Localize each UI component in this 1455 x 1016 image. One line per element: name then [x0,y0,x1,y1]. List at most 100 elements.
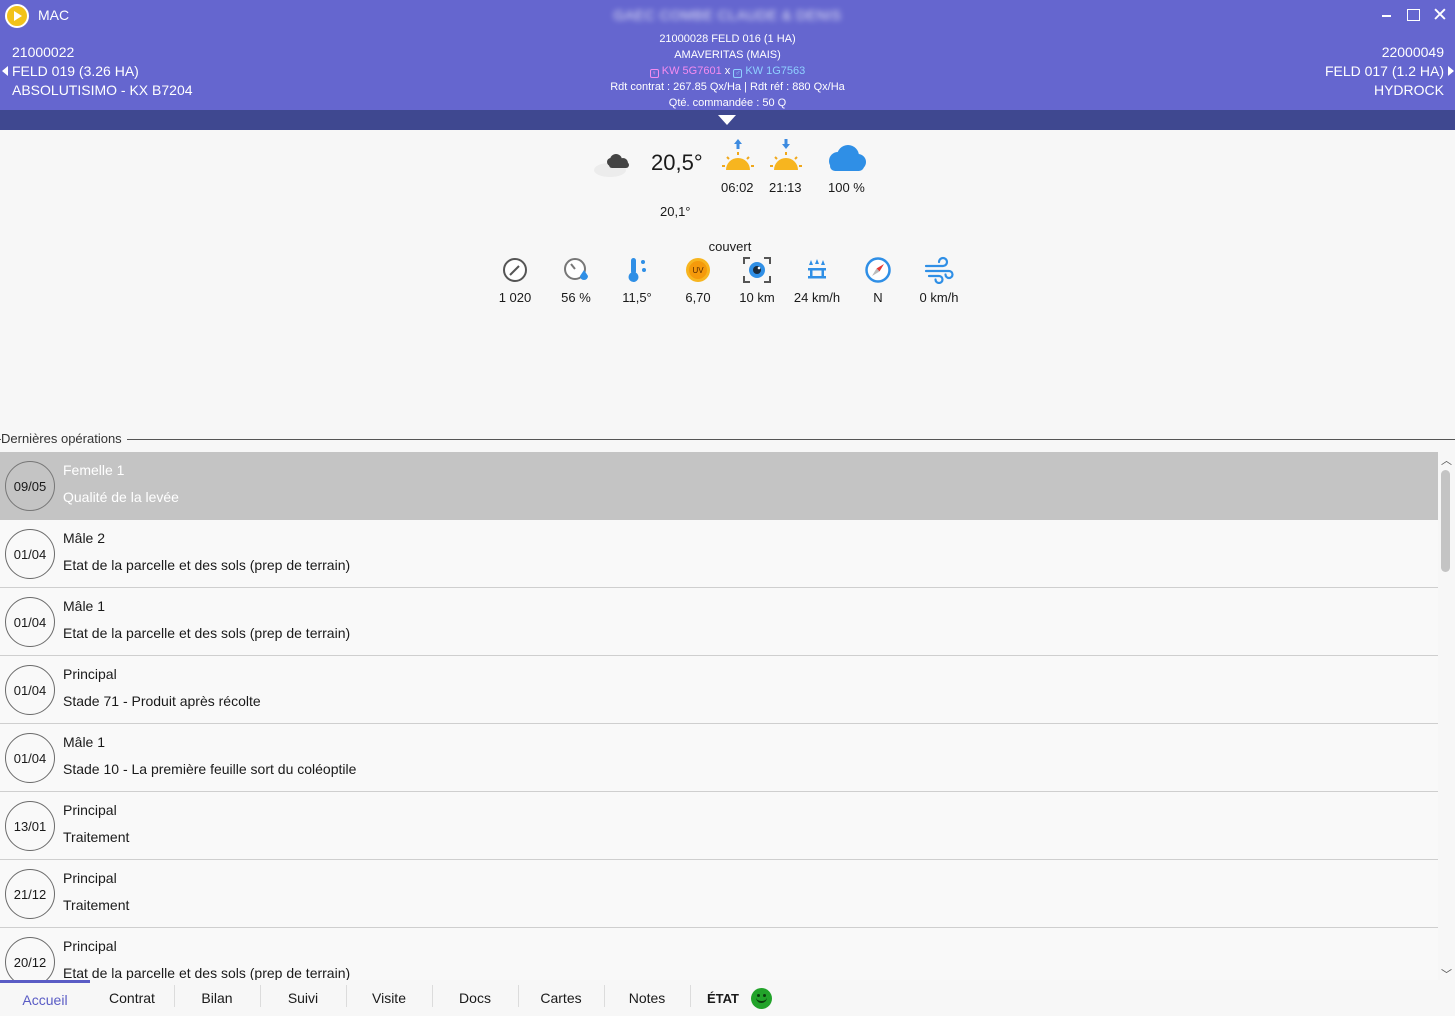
operation-row[interactable]: 01/04 Mâle 1 Etat de la parcelle et des … [0,588,1438,656]
next-field-name: FELD 017 (1.2 HA) [1324,63,1444,79]
sunset-icon [770,139,802,170]
next-field-variety: HYDROCK [1373,82,1444,98]
cloudy-weather-icon [594,154,629,177]
wind-speed-metric: 0 km/h [908,256,970,305]
window-title: GAEC COMBE CLAUDE & DENIS [613,7,842,23]
feels-like-temperature: 20,1° [660,204,691,219]
hybrid-separator: x [724,65,731,77]
operation-row[interactable]: 01/04 Mâle 2 Etat de la parcelle et des … [0,520,1438,588]
maximize-icon[interactable] [1401,4,1425,26]
next-field-panel[interactable]: 22000049 FELD 017 (1.2 HA) HYDROCK [1324,43,1454,100]
current-field-line2: AMAVERITAS (MAIS) [674,49,781,61]
operation-date: 01/04 [5,733,55,783]
weather-description: couvert [708,239,752,254]
current-field-line1: 21000028 FELD 016 (1 HA) [659,33,796,45]
close-icon[interactable]: ✕ [1428,4,1452,26]
female-code: KW 5G7601 [661,65,722,77]
operation-date: 21/12 [5,869,55,919]
tab-contrat[interactable]: Contrat [90,980,174,1016]
humidity-metric: 56 % [545,256,607,305]
operation-title: Principal [63,938,117,954]
status-smiley-icon[interactable] [751,988,772,1009]
operation-title: Femelle 1 [63,462,125,478]
compass-icon [865,257,891,283]
visibility-value: 10 km [739,290,775,305]
operations-list[interactable]: 09/05 Femelle 1 Qualité de la levée 01/0… [0,452,1438,980]
operation-title: Mâle 1 [63,598,106,614]
hybrid-line: ♀ KW 5G7601 x ♂ KW 1G7563 [0,63,1455,79]
visibility-metric: 10 km [726,256,788,305]
minimize-icon[interactable] [1374,4,1398,26]
tab-separator [690,985,691,1007]
operations-scrollbar[interactable]: ︿ ﹀ [1438,452,1455,981]
scroll-down-icon[interactable]: ﹀ [1438,966,1455,981]
collapse-bar[interactable] [0,110,1455,130]
dew-point-icon [628,258,646,282]
collapse-arrow-icon[interactable] [718,115,736,125]
operation-detail: Etat de la parcelle et des sols (prep de… [63,557,351,573]
temperature: 20,5° [651,150,703,175]
operation-title: Principal [63,802,117,818]
operation-title: Mâle 1 [63,734,106,750]
pressure-metric: 1 020 [484,256,546,305]
visibility-eye-icon [743,257,771,283]
operation-row[interactable]: 21/12 Principal Traitement [0,860,1438,928]
operation-row[interactable]: 09/05 Femelle 1 Qualité de la levée [0,452,1438,520]
tab-visite[interactable]: Visite [346,980,432,1016]
operation-row[interactable]: 01/04 Mâle 1 Stade 10 - La première feui… [0,724,1438,792]
operation-detail: Traitement [63,897,130,913]
operations-section-title: Dernières opérations [1,431,127,446]
barometer-icon [503,258,527,282]
uv-badge-text: UV [692,266,704,275]
tab-cartes[interactable]: Cartes [518,980,604,1016]
scroll-thumb[interactable] [1441,470,1450,572]
operation-detail: Traitement [63,829,130,845]
wind-icon [924,256,954,284]
quantity-line: Qté. commandée : 50 Q [668,97,787,109]
wind-direction-metric: N [847,256,909,305]
cloud-icon [829,145,866,171]
bottom-tab-bar: Accueil Contrat Bilan Suivi Visite Docs … [0,980,1455,1016]
tab-etat[interactable]: ÉTAT [700,980,746,1016]
operation-row[interactable]: 20/12 Principal Etat de la parcelle et d… [0,928,1438,980]
scroll-up-icon[interactable]: ︿ [1438,452,1455,467]
male-code: KW 1G7563 [745,65,806,77]
operation-date: 20/12 [5,937,55,980]
sunrise-icon [722,139,754,170]
tab-bilan[interactable]: Bilan [174,980,260,1016]
operation-detail: Stade 71 - Produit après récolte [63,693,261,709]
pressure-value: 1 020 [498,290,532,305]
next-arrow-icon[interactable] [1448,66,1454,76]
operation-detail: Etat de la parcelle et des sols (prep de… [63,965,351,980]
tab-accueil[interactable]: Accueil [0,980,90,1016]
operation-title: Mâle 2 [63,530,106,546]
sunset-time: 21:13 [769,180,802,195]
tab-notes[interactable]: Notes [604,980,690,1016]
wind-speed-value: 0 km/h [919,290,959,305]
uv-metric: UV 6,70 [667,256,729,305]
operation-date: 13/01 [5,801,55,851]
humidity-value: 56 % [561,290,591,305]
tab-docs[interactable]: Docs [432,980,518,1016]
hygrometer-icon [564,258,588,280]
tab-suivi[interactable]: Suivi [260,980,346,1016]
next-field-code: 22000049 [1381,44,1444,60]
operation-row[interactable]: 01/04 Principal Stade 71 - Produit après… [0,656,1438,724]
dew-point-metric: 11,5° [606,256,668,305]
operation-date: 09/05 [5,461,55,511]
section-divider [0,439,1455,440]
operation-title: Principal [63,870,117,886]
header: MAC GAEC COMBE CLAUDE & DENIS ✕ 21000022… [0,0,1455,110]
operation-detail: Stade 10 - La première feuille sort du c… [63,761,357,777]
yield-line: Rdt contrat : 267.85 Qx/Ha | Rdt réf : 8… [610,81,845,93]
operation-row[interactable]: 13/01 Principal Traitement [0,792,1438,860]
cloud-cover-value: 100 % [828,180,865,195]
operation-date: 01/04 [5,529,55,579]
operation-title: Principal [63,666,117,682]
male-symbol-icon: ♂ [733,69,743,78]
dew-point-value: 11,5° [622,290,652,305]
next-field-name-row: FELD 017 (1.2 HA) [1324,62,1454,81]
weather-panel: 20,5° 20,1° 06:02 21:13 100 % couvert 1 … [0,130,1455,430]
wind-direction-value: N [873,290,883,305]
operation-date: 01/04 [5,597,55,647]
